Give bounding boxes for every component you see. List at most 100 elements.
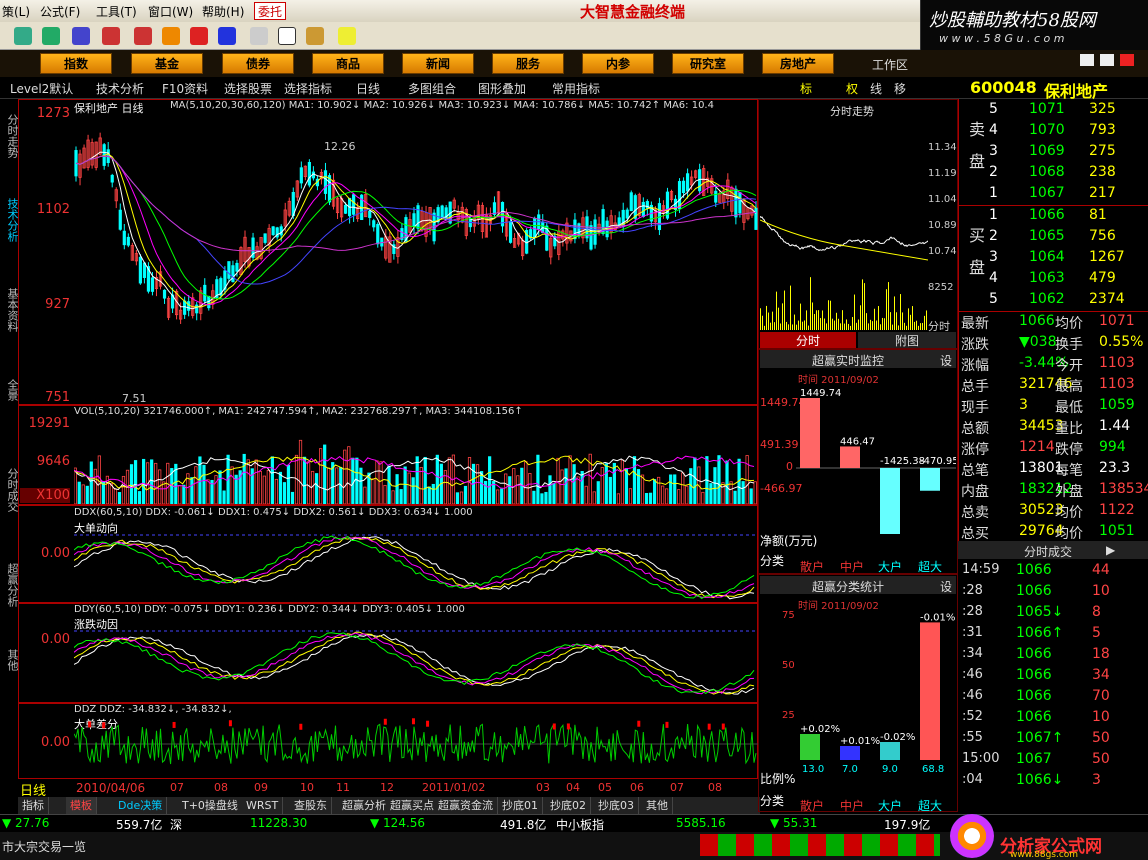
stat-y: 75: [782, 610, 795, 621]
chart-icon[interactable]: [42, 27, 60, 45]
volume-bar: [584, 485, 588, 504]
stat-header: 超赢分类统计 设: [760, 576, 956, 594]
nav-news[interactable]: 新闻: [402, 53, 474, 74]
vtab-technical[interactable]: 技术分析: [0, 190, 19, 250]
indicator-tab[interactable]: Dde决策: [114, 797, 168, 814]
tab-rights[interactable]: 权: [846, 80, 858, 97]
ddz-spike: [552, 723, 556, 730]
alert-icon[interactable]: [134, 27, 152, 45]
vtab-other[interactable]: 其他: [0, 640, 19, 680]
tab-subchart[interactable]: 附图: [858, 332, 956, 348]
tab-line[interactable]: 线: [870, 80, 882, 97]
intraday-vol-bar: [834, 320, 835, 330]
indicator-tab[interactable]: 超赢分析: [338, 797, 391, 814]
menu-item-help[interactable]: 帮助(H): [202, 3, 244, 20]
date-tick: 03: [536, 781, 550, 794]
candle-body: [323, 170, 328, 194]
ball-icon[interactable]: [190, 27, 208, 45]
nav-bond[interactable]: 债券: [222, 53, 294, 74]
select-stock[interactable]: 选择股票: [224, 80, 272, 97]
level2-default[interactable]: Level2默认: [10, 80, 73, 97]
stat-ratio: 比例%: [760, 772, 796, 786]
circle-icon[interactable]: [218, 27, 236, 45]
help-icon[interactable]: [338, 27, 356, 45]
volume-bar: [85, 485, 89, 504]
vtab-overview[interactable]: 全景: [0, 370, 19, 410]
menu-item-strategy[interactable]: 策(L): [2, 3, 30, 20]
intraday-vol-bar: [836, 312, 837, 330]
overlay-chart[interactable]: 图形叠加: [478, 80, 526, 97]
volume-bar: [282, 482, 287, 504]
indicator-tab[interactable]: 超赢资金流: [434, 797, 498, 814]
menu-item-tools[interactable]: 工具(T): [96, 3, 137, 20]
candle-body: [641, 201, 645, 217]
ask-level: 5: [989, 101, 998, 117]
volume-bar: [355, 457, 359, 504]
indicator-tab[interactable]: WRST: [242, 797, 284, 814]
indicator-tab[interactable]: 指标: [18, 797, 49, 814]
grid-icon[interactable]: [102, 27, 120, 45]
minimize-icon[interactable]: [1080, 54, 1094, 66]
stat-label: 总买: [961, 526, 989, 542]
f10-info[interactable]: F10资料: [162, 80, 208, 97]
select-indicator[interactable]: 选择指标: [284, 80, 332, 97]
daily-line[interactable]: 日线: [356, 80, 380, 97]
status-text[interactable]: 市大宗交易一览: [2, 838, 86, 855]
intraday-y: 11.34: [928, 142, 957, 153]
trade-tab[interactable]: 委托: [254, 2, 287, 20]
workzone-label[interactable]: 工作区: [872, 56, 908, 73]
restore-icon[interactable]: [1100, 54, 1114, 66]
ddz-spike: [426, 720, 430, 727]
doc-icon[interactable]: [250, 27, 268, 45]
multi-chart[interactable]: 多图组合: [408, 80, 456, 97]
vtab-ticks[interactable]: 分时成交: [0, 460, 19, 520]
volume-bar: [504, 473, 508, 504]
nav-service[interactable]: 服务: [492, 53, 564, 74]
window-icon[interactable]: [278, 27, 296, 45]
common-indicator[interactable]: 常用指标: [552, 80, 600, 97]
indicator-tab[interactable]: 抄底03: [594, 797, 639, 814]
binoculars-icon[interactable]: [72, 27, 90, 45]
nav-commodity[interactable]: 商品: [312, 53, 384, 74]
volume-bar: [560, 469, 564, 504]
volume-bar: [661, 485, 665, 504]
vtab-fundamental[interactable]: 基本资料: [0, 280, 19, 340]
indicator-tab[interactable]: 模板: [66, 797, 97, 814]
volume-bar: [258, 471, 262, 504]
indicator-tab[interactable]: 查股东: [290, 797, 332, 814]
tab-move[interactable]: 移: [894, 80, 906, 97]
intraday-vol-bar: [790, 285, 791, 330]
nav-index[interactable]: 指数: [40, 53, 112, 74]
diamond-icon[interactable]: [162, 27, 180, 45]
ddz-header: DDZ DDZ: -34.832↓, -34.832↓,: [74, 704, 232, 715]
vtab-super[interactable]: 超赢分析: [0, 555, 19, 615]
tech-analysis[interactable]: 技术分析: [96, 80, 144, 97]
stat-chart: +0.02% 13.0 +0.01% 7.0 -0.02% 9.0 -0.01% 68.8: [800, 612, 955, 775]
nav-research[interactable]: 研究室: [672, 53, 744, 74]
nav-realestate[interactable]: 房地产: [762, 53, 834, 74]
volume-bar: [435, 454, 439, 504]
flag-icon[interactable]: [14, 27, 32, 45]
volume-bar: [532, 490, 536, 504]
vtab-intraday[interactable]: 分时走势: [0, 106, 19, 166]
stat-label: 现手: [961, 400, 989, 416]
books-icon[interactable]: [306, 27, 324, 45]
indicator-tab[interactable]: 其他: [642, 797, 673, 814]
indicator-tab[interactable]: 超赢买点: [386, 797, 439, 814]
volume-bar: [387, 465, 391, 504]
indicator-tab[interactable]: 抄底02: [546, 797, 591, 814]
tab-mark[interactable]: 标: [800, 80, 812, 97]
menu-item-formula[interactable]: 公式(F): [40, 3, 80, 20]
close-icon[interactable]: [1120, 54, 1134, 66]
intraday-vol-bar: [880, 324, 881, 330]
menu-item-window[interactable]: 窗口(W): [148, 3, 193, 20]
indicator-tab[interactable]: 抄底01: [498, 797, 543, 814]
trades-arrow-icon[interactable]: ▶: [1106, 543, 1115, 557]
tab-intraday[interactable]: 分时: [760, 332, 856, 348]
nav-fund[interactable]: 基金: [131, 53, 203, 74]
stat-setting[interactable]: 设: [940, 578, 952, 595]
volume-bar: [648, 492, 653, 504]
indicator-tab[interactable]: T+0操盘线: [178, 797, 243, 814]
nav-insider[interactable]: 内参: [582, 53, 654, 74]
monitor-setting[interactable]: 设: [940, 352, 952, 369]
